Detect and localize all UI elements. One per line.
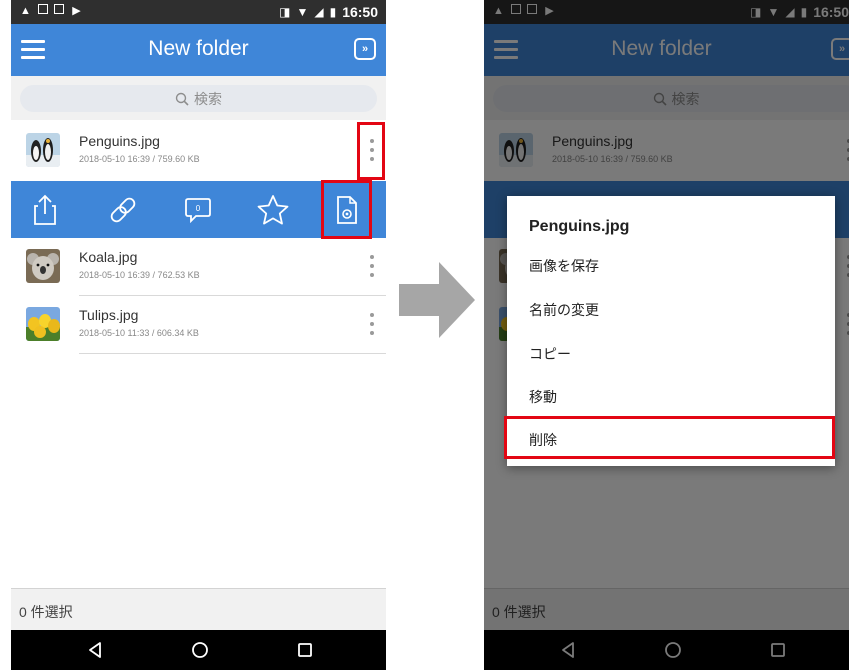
clock: 16:50 [342, 4, 378, 20]
recents-icon[interactable] [294, 639, 316, 661]
koala-thumbnail [26, 249, 60, 283]
dialog-title: Penguins.jpg [529, 218, 630, 235]
favorite-star-icon[interactable] [253, 190, 293, 230]
list-item-penguins[interactable]: Penguins.jpg 2018-05-10 16:39 / 759.60 K… [11, 122, 386, 180]
menu-item-move[interactable]: 移動 [507, 375, 835, 418]
more-options-icon[interactable] [362, 248, 382, 284]
share-icon[interactable] [25, 190, 65, 230]
search-area: 検索 [11, 76, 386, 120]
chevron-double-down-icon[interactable]: » [354, 38, 376, 60]
menu-item-copy[interactable]: コピー [507, 332, 835, 375]
more-options-icon[interactable] [362, 132, 382, 168]
home-icon[interactable] [189, 639, 211, 661]
penguins-thumbnail [26, 133, 60, 167]
system-nav-bar [11, 630, 386, 670]
search-icon [175, 92, 189, 106]
menu-item-save-image[interactable]: 画像を保存 [507, 244, 835, 287]
row-divider [79, 353, 386, 354]
more-options-icon[interactable] [362, 306, 382, 342]
status-bar: ▲ ▶ ◨ ▼ ◢ ▮ 16:50 [11, 0, 386, 24]
menu-item-label: コピー [529, 346, 571, 362]
list-item-koala[interactable]: Koala.jpg 2018-05-10 16:39 / 762.53 KB [11, 238, 386, 296]
link-icon[interactable] [103, 190, 143, 230]
file-name: Penguins.jpg [79, 133, 160, 149]
file-meta: 2018-05-10 11:33 / 606.34 KB [79, 328, 199, 338]
alert-icon: ▲ [20, 4, 31, 17]
gallery-icon [54, 4, 64, 14]
file-meta: 2018-05-10 16:39 / 762.53 KB [79, 270, 200, 280]
selection-footer: 0 件選択 [11, 588, 386, 631]
next-step-arrow-icon [399, 262, 475, 338]
menu-item-rename[interactable]: 名前の変更 [507, 288, 835, 331]
file-meta: 2018-05-10 16:39 / 759.60 KB [79, 154, 200, 164]
menu-item-label: 名前の変更 [529, 302, 599, 318]
file-options-dialog: Penguins.jpg 画像を保存 名前の変更 コピー 移動 削除 [507, 196, 835, 466]
page-title: New folder [148, 37, 249, 60]
file-name: Koala.jpg [79, 249, 138, 265]
menu-item-label: 移動 [529, 389, 557, 405]
comment-count: 0 [196, 204, 201, 213]
comment-icon[interactable]: 0 [178, 190, 218, 230]
search-input[interactable]: 検索 [20, 85, 377, 112]
battery-icon: ▮ [329, 5, 337, 19]
play-store-icon: ▶ [72, 5, 81, 17]
screen-before: ▲ ▶ ◨ ▼ ◢ ▮ 16:50 New folder » 検索 Pengui… [11, 0, 386, 670]
search-placeholder: 検索 [194, 90, 222, 107]
screen-after: ▲ ▶ ◨ ▼ ◢ ▮ 16:50 New folder » 検索 Pengui… [484, 0, 849, 670]
selection-count: 0 件選択 [19, 604, 73, 620]
file-name: Tulips.jpg [79, 307, 139, 323]
notification-icon [38, 4, 48, 14]
menu-item-label: 削除 [529, 432, 557, 448]
list-item-tulips[interactable]: Tulips.jpg 2018-05-10 11:33 / 606.34 KB [11, 296, 386, 354]
wifi-icon: ▼ [296, 5, 309, 19]
file-action-bar: 0 [11, 181, 386, 238]
menu-item-delete[interactable]: 削除 [507, 418, 835, 461]
file-settings-icon[interactable] [327, 190, 367, 230]
signal-icon: ◢ [314, 5, 324, 19]
back-icon[interactable] [84, 639, 106, 661]
app-bar: New folder » [11, 24, 386, 76]
vibrate-icon: ◨ [279, 5, 291, 19]
menu-item-label: 画像を保存 [529, 258, 599, 274]
tulips-thumbnail [26, 307, 60, 341]
